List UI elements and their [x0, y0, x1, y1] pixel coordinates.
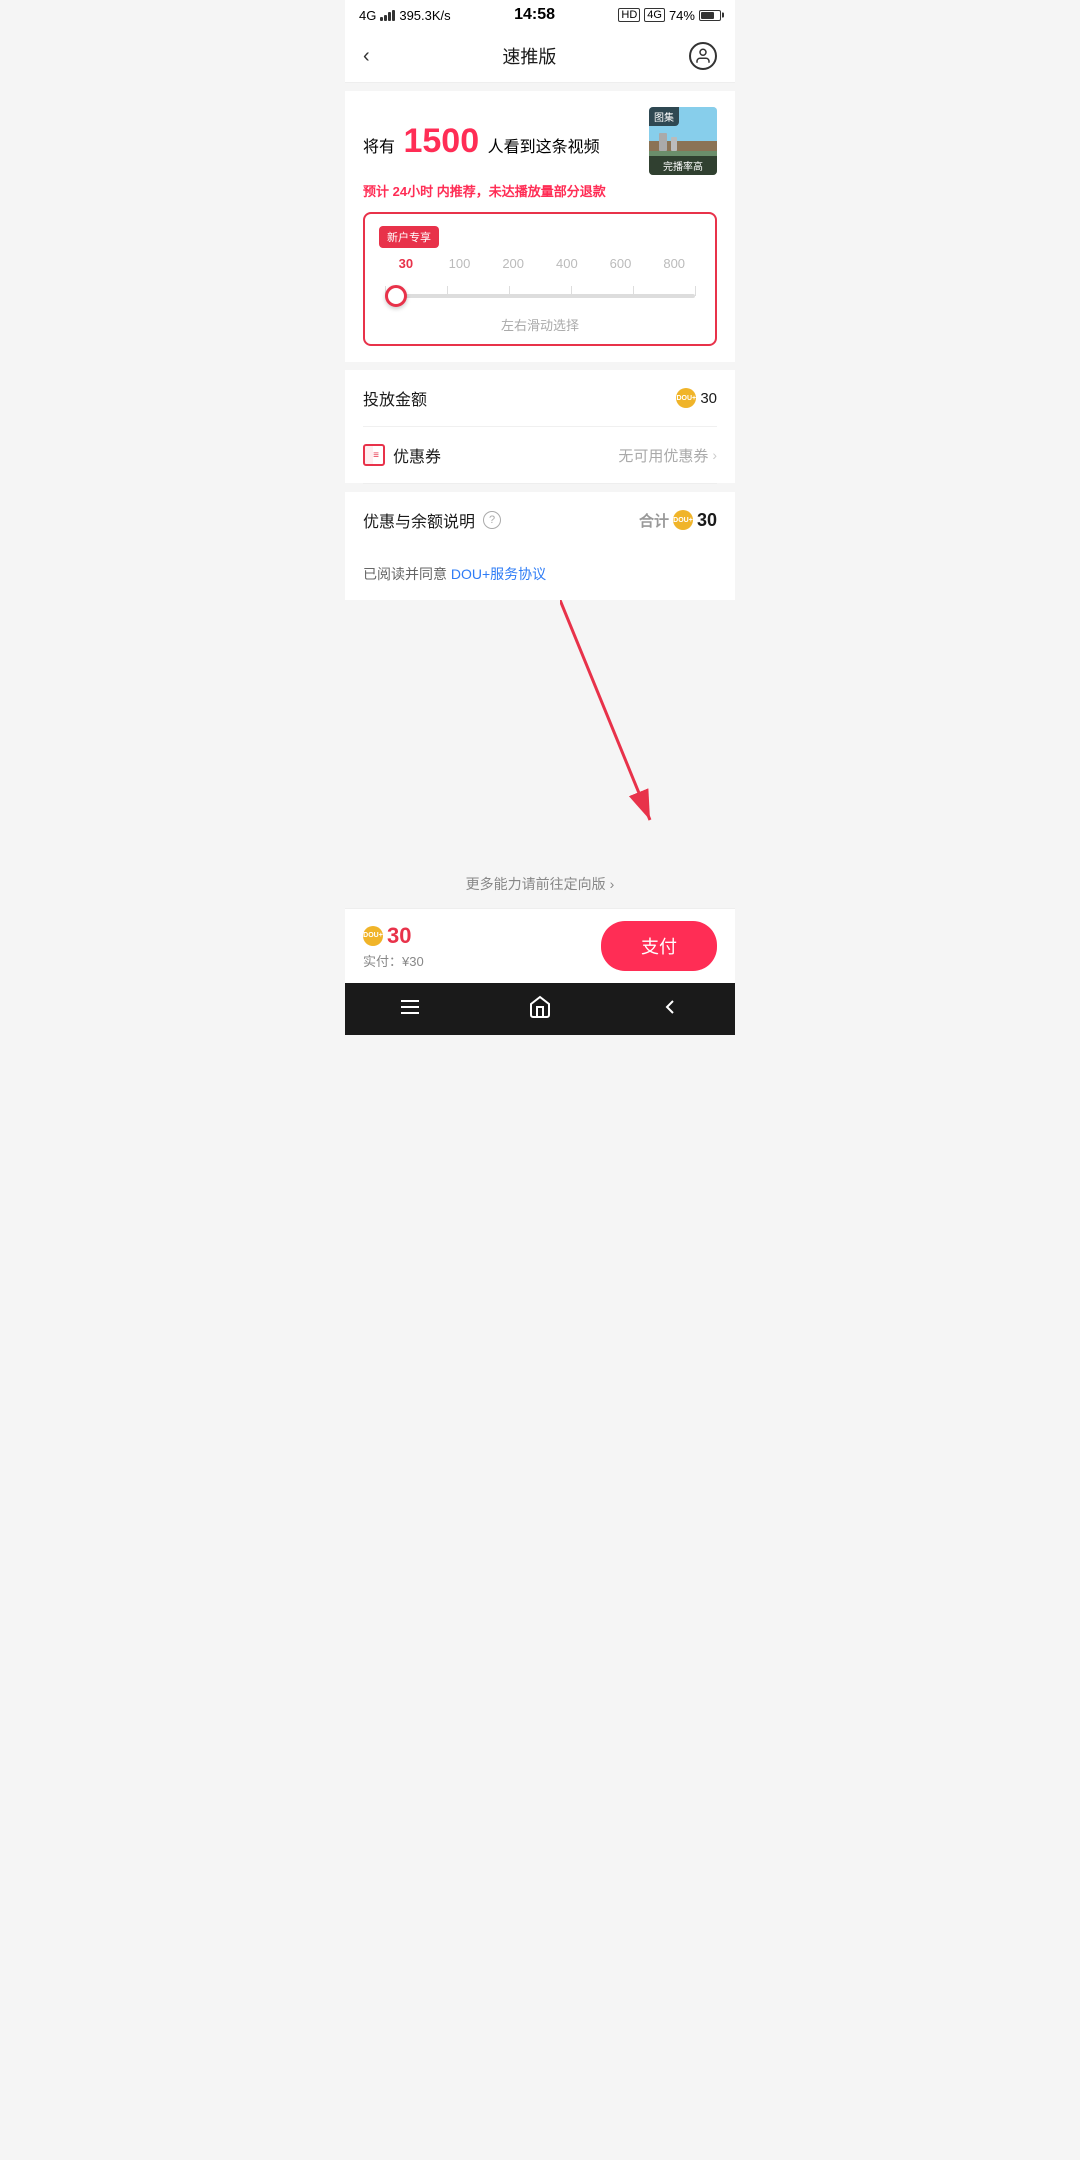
status-left: 4G 395.3K/s [359, 8, 451, 23]
total-coin-icon: DOU+ [673, 510, 693, 530]
nav-bar [345, 983, 735, 1035]
total-section: 优惠与余额说明 ? 合计 DOU+ 30 [345, 492, 735, 548]
agreement-row: 已阅读并同意 DOU+服务协议 [345, 548, 735, 600]
dou-coin-icon: DOU+ [676, 388, 696, 408]
slider-mark-1: 100 [433, 256, 487, 271]
nav-menu-icon[interactable] [396, 993, 424, 1021]
slider-section: 新户专享 30 100 200 400 600 800 左右滑动选择 [363, 212, 717, 346]
nav-home-icon[interactable] [526, 993, 554, 1021]
new-user-badge: 新户专享 [379, 226, 439, 248]
more-link[interactable]: 更多能力请前往定向版 › [345, 860, 735, 908]
status-bar: 4G 395.3K/s 14:58 HD 4G 74% [345, 0, 735, 30]
battery-icon [699, 10, 721, 21]
bottom-coin-icon: DOU+ [363, 926, 383, 946]
audience-prefix: 将有 [363, 139, 395, 156]
slider-track [385, 294, 695, 298]
help-icon[interactable]: ? [483, 511, 501, 529]
battery-percent: 74% [669, 8, 695, 23]
signal-4g: 4G [644, 8, 665, 22]
page-title: 速推版 [502, 43, 556, 69]
bottom-bar: DOU+ 30 实付：¥30 支付 [345, 908, 735, 983]
sub-highlight: 24小时 [393, 184, 433, 199]
audience-suffix: 人看到这条视频 [488, 139, 600, 156]
slider-marks: 30 100 200 400 600 800 [379, 256, 701, 271]
thumb-top-label: 图集 [649, 107, 679, 126]
audience-count: 1500 [403, 122, 479, 160]
bottom-price-value: 30 [387, 923, 411, 949]
slider-thumb[interactable] [385, 285, 407, 307]
slider-hint: 左右滑动选择 [379, 315, 701, 334]
total-value: 合计 DOU+ 30 [639, 510, 717, 531]
audience-text-block: 将有 1500 人看到这条视频 [363, 122, 600, 161]
agreement-link[interactable]: DOU+服务协议 [451, 566, 546, 582]
main-card: 将有 1500 人看到这条视频 图集 完播率高 预计 24小时 内推荐，未达播放… [345, 91, 735, 362]
video-thumbnail[interactable]: 图集 完播率高 [649, 107, 717, 175]
slider-mark-2: 200 [486, 256, 540, 271]
audience-row: 将有 1500 人看到这条视频 图集 完播率高 [363, 107, 717, 175]
slider-track-container[interactable] [379, 281, 701, 311]
discount-label: 优惠与余额说明 ? [363, 508, 501, 532]
status-right: HD 4G 74% [618, 8, 721, 23]
red-arrow [560, 600, 700, 840]
bottom-price-sub: 实付：¥30 [363, 951, 424, 970]
total-row: 优惠与余额说明 ? 合计 DOU+ 30 [363, 492, 717, 548]
audience-line: 将有 1500 人看到这条视频 [363, 122, 600, 161]
coupon-icon: ≡ [363, 444, 385, 466]
coupon-value: 无可用优惠券 › [618, 445, 717, 466]
divider [363, 483, 717, 484]
back-button[interactable]: ‹ [363, 45, 370, 68]
sub-text: 预计 24小时 内推荐，未达播放量部分退款 [363, 181, 717, 200]
amount-label: 投放金额 [363, 386, 427, 410]
price-section: DOU+ 30 实付：¥30 [363, 923, 424, 970]
hd-label: HD [618, 8, 640, 22]
slider-mark-5: 800 [647, 256, 701, 271]
profile-button[interactable] [689, 42, 717, 70]
price-top: DOU+ 30 [363, 923, 424, 949]
slider-mark-3: 400 [540, 256, 594, 271]
pay-button[interactable]: 支付 [601, 921, 717, 971]
info-section: 投放金额 DOU+ 30 ≡ 优惠券 无可用优惠券 › [345, 370, 735, 483]
network-speed: 395.3K/s [399, 8, 450, 23]
amount-value: DOU+ 30 [676, 388, 717, 408]
annotation-area [345, 600, 735, 860]
nav-back-icon[interactable] [656, 993, 684, 1021]
coupon-label: ≡ 优惠券 [363, 443, 441, 467]
clock: 14:58 [514, 6, 555, 24]
header: ‹ 速推版 [345, 30, 735, 83]
coupon-row[interactable]: ≡ 优惠券 无可用优惠券 › [363, 427, 717, 483]
signal-bars [380, 10, 395, 21]
slider-mark-0: 30 [379, 256, 433, 271]
slider-mark-4: 600 [594, 256, 648, 271]
amount-row: 投放金额 DOU+ 30 [363, 370, 717, 427]
signal-label: 4G [359, 8, 376, 23]
thumb-bottom-label: 完播率高 [649, 156, 717, 175]
more-chevron: › [610, 876, 615, 892]
chevron-icon: › [712, 447, 717, 463]
